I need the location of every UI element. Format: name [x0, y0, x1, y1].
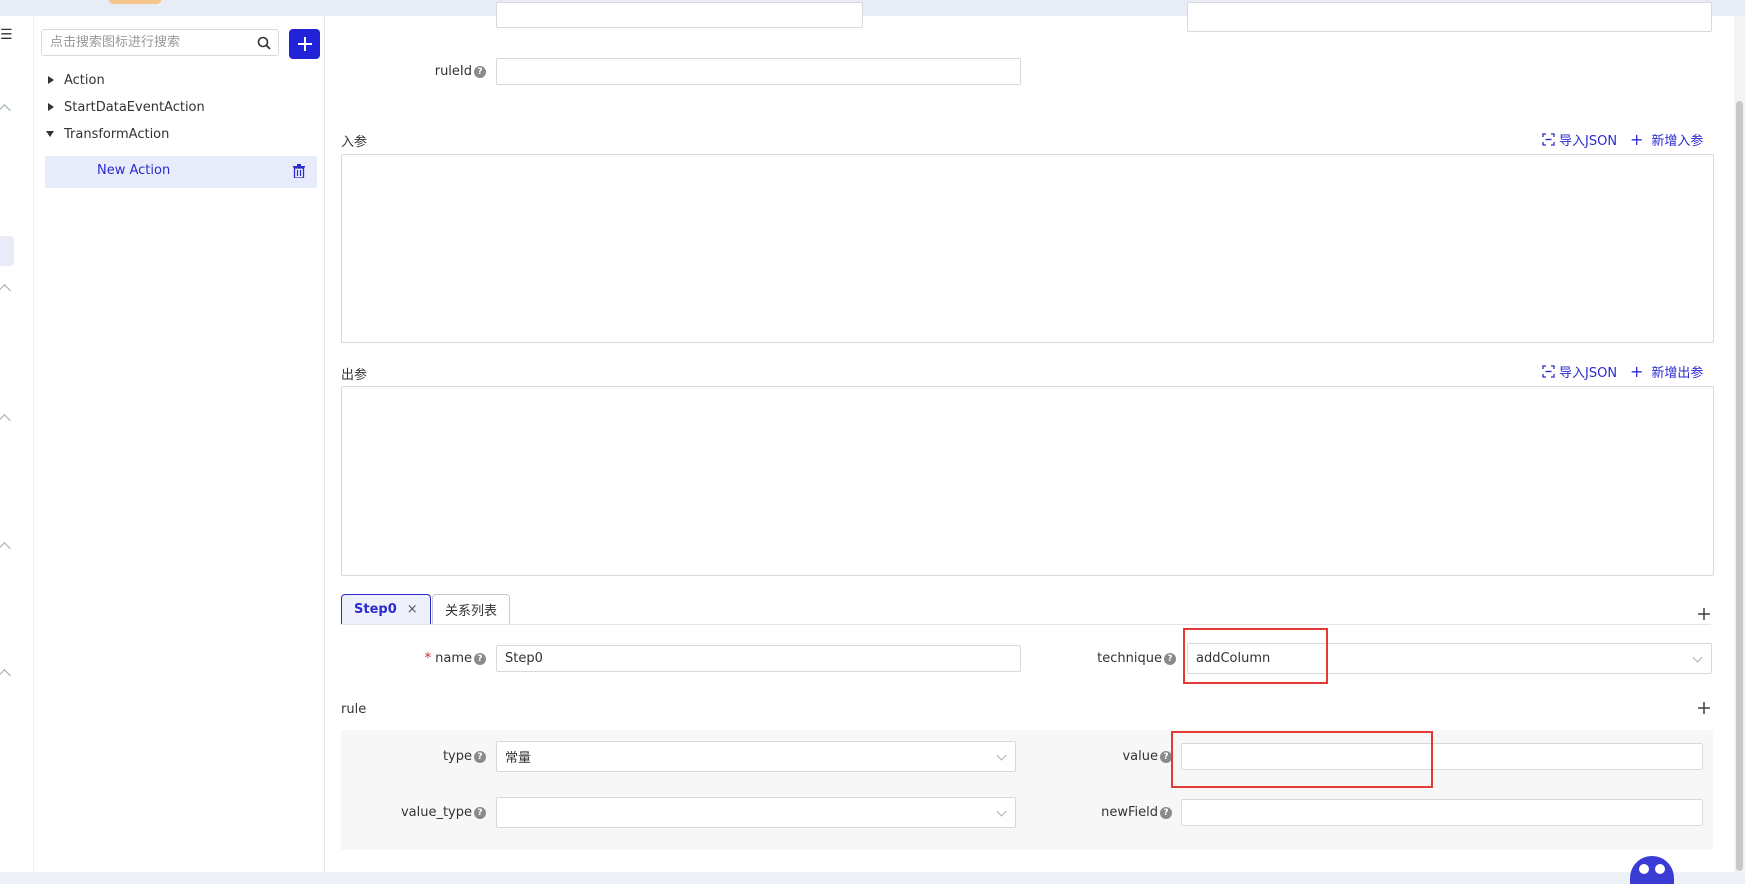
tree-node-label: New Action: [97, 163, 171, 178]
chevron-down-icon: [996, 750, 1007, 761]
chevron-icon[interactable]: [0, 284, 11, 297]
search-icon[interactable]: [256, 35, 272, 51]
type-label: type?: [340, 743, 486, 770]
help-icon[interactable]: ?: [1160, 806, 1172, 819]
rail-active-item[interactable]: [0, 236, 14, 266]
help-icon[interactable]: ?: [1160, 750, 1172, 763]
add-action-button[interactable]: [289, 29, 320, 59]
type-select[interactable]: 常量: [496, 741, 1016, 772]
help-icon[interactable]: ?: [474, 652, 486, 665]
ruleId-label-text: ruleId: [434, 64, 472, 79]
scan-icon: [1542, 133, 1555, 146]
newField-input[interactable]: [1181, 799, 1703, 826]
value-label-text: value: [1122, 749, 1158, 764]
output-params-editor[interactable]: [341, 386, 1714, 576]
import-json-label: 导入JSON: [1559, 134, 1618, 149]
add-tab-icon[interactable]: [1697, 607, 1711, 621]
tree-node-label: Action: [64, 72, 105, 88]
input-params-editor[interactable]: [341, 154, 1714, 343]
ruleId-label: ruleId?: [340, 58, 486, 85]
help-icon[interactable]: ?: [474, 750, 486, 763]
newField-label: newField?: [1060, 799, 1172, 826]
chevron-icon[interactable]: [0, 104, 11, 117]
menu-icon[interactable]: ☰: [0, 28, 13, 42]
newField-label-text: newField: [1101, 805, 1158, 820]
technique-label: technique?: [1060, 645, 1176, 672]
action-tree-panel: Action StartDataEventAction TransformAct…: [34, 16, 325, 872]
value-type-label: value_type?: [340, 799, 486, 826]
tabs-divider: [341, 624, 1711, 625]
value-input[interactable]: [1181, 743, 1703, 770]
tree-node-start-data-event-action[interactable]: StartDataEventAction: [44, 97, 205, 117]
add-rule-icon[interactable]: [1697, 701, 1711, 715]
input-params-title: 入参: [341, 135, 368, 150]
tab-label: 关系列表: [445, 604, 498, 619]
mascot-eye: [1655, 864, 1665, 874]
tab-step0[interactable]: Step0 ×: [341, 594, 431, 624]
left-rail: ☰: [0, 16, 34, 872]
add-output-param-button[interactable]: + 新增出参: [1630, 362, 1703, 381]
plus-icon: [297, 37, 312, 51]
technique-value: addColumn: [1196, 651, 1271, 666]
rule-title: rule: [341, 702, 367, 717]
top-badge: [108, 0, 162, 4]
tree-node-label: TransformAction: [64, 126, 170, 142]
chevron-icon[interactable]: [0, 542, 11, 555]
add-input-label: 新增入参: [1651, 134, 1704, 149]
help-icon[interactable]: ?: [474, 65, 486, 78]
name-label: * name?: [340, 645, 486, 672]
chevron-down-icon: [1692, 652, 1703, 663]
technique-select[interactable]: addColumn: [1187, 643, 1712, 674]
import-json-input-button[interactable]: 导入JSON: [1542, 130, 1617, 149]
scrollbar[interactable]: [1734, 16, 1745, 872]
value-label: value?: [1060, 743, 1172, 770]
search-box: [41, 29, 279, 56]
required-mark: *: [424, 651, 432, 666]
caret-right-icon[interactable]: [44, 75, 60, 85]
type-label-text: type: [442, 749, 472, 764]
type-value: 常量: [505, 751, 532, 766]
value-type-label-text: value_type: [400, 805, 472, 820]
tree-node-label: StartDataEventAction: [64, 99, 205, 115]
chevron-down-icon: [996, 806, 1007, 817]
chevron-icon[interactable]: [0, 669, 11, 682]
tab-label: Step0: [354, 602, 397, 617]
caret-down-icon[interactable]: [44, 129, 60, 139]
tree-node-new-action[interactable]: New Action: [45, 156, 317, 188]
import-json-output-button[interactable]: 导入JSON: [1542, 362, 1617, 381]
tree-node-action[interactable]: Action: [44, 70, 105, 90]
name-label-text: name: [435, 651, 472, 666]
chevron-icon[interactable]: [0, 414, 11, 427]
scan-icon: [1542, 365, 1555, 378]
trash-icon[interactable]: [293, 164, 305, 178]
import-json-label: 导入JSON: [1559, 366, 1618, 381]
technique-label-text: technique: [1097, 651, 1162, 666]
top-field-right[interactable]: [1187, 2, 1712, 32]
mascot-eye: [1639, 864, 1649, 874]
name-input[interactable]: Step0: [496, 645, 1021, 672]
value-type-select[interactable]: [496, 797, 1016, 828]
plus-icon: +: [1630, 130, 1644, 149]
add-output-label: 新增出参: [1651, 366, 1704, 381]
top-field-left[interactable]: [496, 2, 863, 28]
help-icon[interactable]: ?: [474, 806, 486, 819]
scrollbar-thumb[interactable]: [1736, 101, 1743, 871]
add-input-param-button[interactable]: + 新增入参: [1630, 130, 1703, 149]
output-params-title: 出参: [341, 368, 368, 383]
tab-relation-list[interactable]: 关系列表: [432, 594, 511, 624]
caret-right-icon[interactable]: [44, 102, 60, 112]
close-icon[interactable]: ×: [407, 602, 418, 617]
tree-node-transform-action[interactable]: TransformAction: [44, 124, 169, 144]
ruleId-input[interactable]: [496, 58, 1021, 85]
search-input[interactable]: [42, 30, 247, 55]
help-icon[interactable]: ?: [1164, 652, 1176, 665]
plus-icon: +: [1630, 362, 1644, 381]
